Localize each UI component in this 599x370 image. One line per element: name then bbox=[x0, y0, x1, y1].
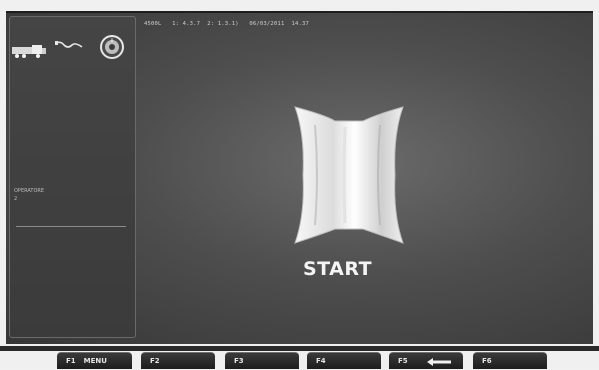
back-arrow-icon bbox=[427, 358, 451, 366]
left-info-panel bbox=[9, 16, 136, 338]
f5-key-label: F5 bbox=[398, 357, 408, 365]
f5-back-button[interactable]: F5 bbox=[389, 352, 463, 369]
operator-value: 2 bbox=[14, 196, 18, 202]
cable-icon[interactable] bbox=[55, 38, 83, 52]
wheel-icon[interactable] bbox=[99, 34, 125, 60]
start-label[interactable]: START bbox=[303, 258, 372, 280]
f2-button[interactable]: F2 bbox=[141, 352, 215, 369]
f6-key-label: F6 bbox=[482, 357, 492, 365]
wheel-balancer-screen: 4500L 1: 4.3.7 2: 1.3.1) 06/03/2011 14.3… bbox=[0, 0, 599, 369]
f6-button[interactable]: F6 bbox=[473, 352, 547, 369]
panel-divider bbox=[16, 226, 126, 227]
truck-icon[interactable] bbox=[11, 43, 47, 59]
rim-icon bbox=[294, 106, 404, 244]
f3-button[interactable]: F3 bbox=[225, 352, 299, 369]
f4-button[interactable]: F4 bbox=[307, 352, 381, 369]
f2-key-label: F2 bbox=[150, 357, 160, 365]
f1-menu-button[interactable]: F1 MENU bbox=[57, 352, 132, 369]
function-key-strip bbox=[0, 346, 599, 351]
status-line: 4500L 1: 4.3.7 2: 1.3.1) 06/03/2011 14.3… bbox=[144, 21, 310, 27]
f4-key-label: F4 bbox=[316, 357, 326, 365]
f1-menu-label: MENU bbox=[83, 357, 107, 365]
f1-key-label: F1 bbox=[66, 357, 76, 365]
operator-label: OPERATORE bbox=[14, 188, 45, 194]
f3-key-label: F3 bbox=[234, 357, 244, 365]
